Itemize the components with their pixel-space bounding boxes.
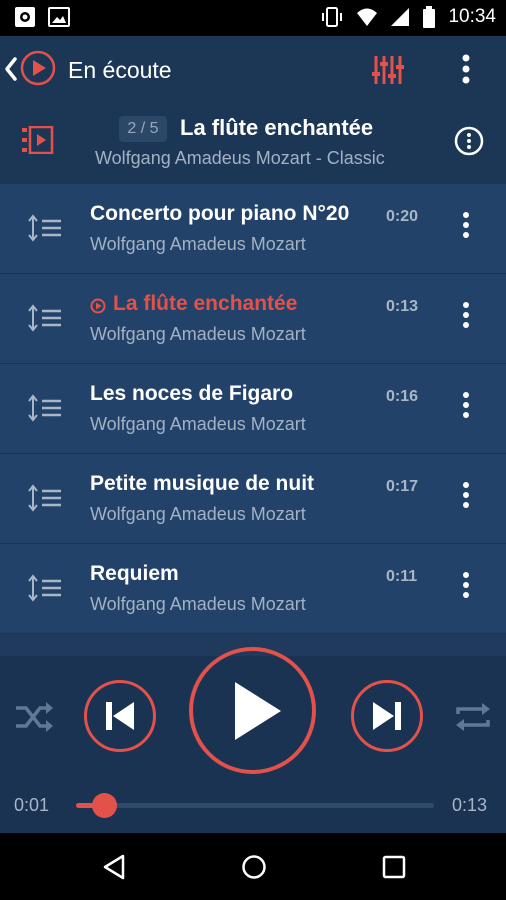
track-title: Les noces de Figaro — [90, 382, 294, 405]
repeat-icon[interactable] — [452, 700, 494, 734]
play-icon — [234, 681, 281, 740]
app-screen: En écoute 2 / 5 La flûte enchantée Wolfg — [0, 36, 506, 833]
track-menu-icon[interactable] — [456, 210, 476, 240]
vibrate-icon — [322, 7, 343, 27]
shuffle-icon[interactable] — [14, 700, 54, 734]
drag-handle-icon[interactable] — [28, 484, 62, 512]
track-artist: Wolfgang Amadeus Mozart — [90, 414, 306, 434]
queue-list: Concerto pour piano N°20 Wolfgang Amadeu… — [0, 184, 506, 634]
toolbar: En écoute — [0, 36, 506, 104]
drag-handle-icon[interactable] — [28, 574, 62, 602]
previous-button[interactable] — [84, 680, 156, 752]
track-artist: Wolfgang Amadeus Mozart — [90, 594, 306, 614]
track-duration: 0:11 — [386, 568, 418, 585]
wifi-icon — [357, 8, 378, 26]
track-title: Requiem — [90, 562, 179, 585]
track-menu-icon[interactable] — [456, 480, 476, 510]
camera-notification-icon — [15, 7, 35, 27]
track-duration: 0:20 — [386, 208, 419, 225]
page-title: En écoute — [68, 57, 172, 83]
track-menu-icon[interactable] — [456, 300, 476, 330]
play-button[interactable] — [189, 647, 316, 774]
track-duration: 0:16 — [386, 388, 419, 405]
next-button[interactable] — [351, 680, 423, 752]
status-bar: 10:34 — [0, 0, 506, 36]
list-item-playing[interactable]: La flûte enchantée Wolfgang Amadeus Moza… — [0, 274, 506, 364]
track-menu-icon[interactable] — [456, 390, 476, 420]
info-icon[interactable] — [454, 126, 484, 156]
image-notification-icon — [48, 7, 70, 27]
track-artist: Wolfgang Amadeus Mozart — [90, 324, 306, 344]
track-artist: Wolfgang Amadeus Mozart — [90, 234, 306, 254]
status-time: 10:34 — [448, 6, 496, 27]
nav-back-icon[interactable] — [102, 854, 126, 880]
list-item[interactable]: Les noces de Figaro Wolfgang Amadeus Moz… — [0, 364, 506, 454]
track-duration: 0:17 — [386, 478, 419, 495]
nav-home-icon[interactable] — [241, 854, 267, 880]
now-playing-title: La flûte enchantée — [180, 115, 374, 140]
track-artist: Wolfgang Amadeus Mozart — [90, 504, 306, 524]
now-playing-header: 2 / 5 La flûte enchantée Wolfgang Amadeu… — [0, 104, 506, 184]
drag-handle-icon[interactable] — [28, 394, 62, 422]
overflow-menu-icon[interactable] — [456, 53, 476, 85]
back-chevron-icon[interactable] — [4, 56, 18, 82]
elapsed-time: 0:01 — [14, 795, 50, 815]
player-controls: 0:01 0:13 — [0, 647, 506, 833]
now-playing-indicator-icon — [90, 298, 106, 314]
track-menu-icon[interactable] — [456, 570, 476, 600]
track-title: La flûte enchantée — [113, 292, 298, 315]
track-title: Concerto pour piano N°20 — [90, 202, 350, 225]
queue-icon[interactable] — [22, 126, 54, 154]
drag-handle-icon[interactable] — [28, 214, 62, 242]
list-item[interactable]: Concerto pour piano N°20 Wolfgang Amadeu… — [0, 184, 506, 274]
track-index-badge: 2 / 5 — [119, 116, 167, 142]
seek-bar[interactable] — [76, 803, 434, 808]
battery-icon — [423, 6, 436, 28]
list-item[interactable]: Petite musique de nuit Wolfgang Amadeus … — [0, 454, 506, 544]
now-playing-subtitle: Wolfgang Amadeus Mozart - Classic — [95, 148, 385, 168]
total-time: 0:13 — [452, 795, 488, 815]
drag-handle-icon[interactable] — [28, 304, 62, 332]
seek-bar-thumb[interactable] — [91, 793, 117, 818]
next-icon — [373, 702, 401, 730]
track-title: Petite musique de nuit — [90, 472, 315, 495]
previous-icon — [106, 702, 134, 730]
track-duration: 0:13 — [386, 298, 419, 315]
signal-icon — [391, 8, 410, 26]
app-logo-icon[interactable] — [20, 50, 56, 86]
system-nav-bar — [0, 833, 506, 900]
list-item[interactable]: Requiem Wolfgang Amadeus Mozart 0:11 — [0, 544, 506, 634]
nav-recents-icon[interactable] — [381, 854, 407, 880]
equalizer-icon[interactable] — [372, 54, 404, 86]
